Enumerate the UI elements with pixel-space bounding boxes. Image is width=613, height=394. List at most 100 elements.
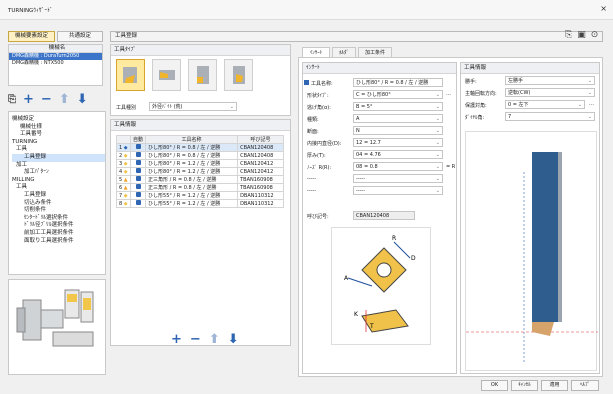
field-value[interactable]: ひし形80° / R = 0.8 / 左 / 逆勝 xyxy=(353,78,443,87)
more-button[interactable]: … xyxy=(446,91,451,97)
tree-node[interactable]: 工具 xyxy=(12,146,105,154)
table-row[interactable]: 1 ◆ ひし形80° / R = 0.8 / 左 / 逆勝 CBAN120408 xyxy=(116,143,284,152)
row-number: 3 ◆ xyxy=(116,159,131,168)
auto-checkbox[interactable] xyxy=(129,199,147,208)
move-up-icon[interactable]: ⬆ xyxy=(209,333,220,346)
holder-panel: 工具情報 勝手: 左勝手 ⌄ 主軸回転方向: 逆転(CW) ⌄ 保護対角: 0 = 左下 ⌄ … ﾀ… xyxy=(460,62,600,374)
tree-node[interactable]: 切削条件 xyxy=(12,207,105,215)
tree-node[interactable]: 工具登録 xyxy=(12,192,105,200)
table-row[interactable]: 8 ◆ ひし形55° / R = 1.2 / 左 / 逆勝 DBAN110312 xyxy=(116,199,284,208)
field-value[interactable]: ----- ⌄ xyxy=(353,186,443,195)
tab-common-settings[interactable]: 共通設定 xyxy=(57,31,103,42)
move-up-icon[interactable]: ⬆ xyxy=(59,93,70,106)
remove-icon[interactable]: − xyxy=(41,93,52,106)
field-value[interactable]: 04 = 4.76 ⌄ xyxy=(353,150,443,159)
field-value[interactable]: 7 ⌄ xyxy=(505,112,595,121)
auto-checkbox[interactable] xyxy=(129,191,147,200)
field-label: 厚み(T): xyxy=(307,153,326,159)
field-label: 主軸回転方向: xyxy=(465,91,497,97)
tab-machine-settings[interactable]: 機械要素設定 xyxy=(8,31,55,42)
tree-node-selected[interactable]: 工具登録 xyxy=(12,153,105,162)
field-value[interactable]: N ⌄ xyxy=(353,126,443,135)
remove-tool-icon[interactable]: − xyxy=(190,333,201,346)
insert-field: ----- ----- ⌄ xyxy=(303,174,458,185)
field-value[interactable]: 0 = 左下 ⌄ xyxy=(505,100,585,109)
field-value[interactable]: C = ひし形80° ⌄ xyxy=(353,90,443,99)
tree-node[interactable]: 前加工工具選択条件 xyxy=(12,230,105,238)
tool-kind-select[interactable]: 外径ﾊﾞｲﾄ (荒) ⌄ xyxy=(149,102,237,111)
chevron-down-icon: ⌄ xyxy=(587,78,592,84)
toolbar-icons[interactable]: ⎘▣⊙ xyxy=(565,30,603,40)
col-header: 自動 xyxy=(129,135,147,144)
field-value[interactable]: 逆転(CW) ⌄ xyxy=(505,88,595,97)
tool-tile-boring[interactable] xyxy=(224,59,253,91)
name-checkbox[interactable] xyxy=(304,80,309,85)
table-row[interactable]: 2 ◆ ひし形80° / R = 0.8 / 左 / 逆勝 CBAN120408 xyxy=(116,151,284,160)
search-icon: ⊙ xyxy=(590,30,604,40)
field-label: 内接円直径(D): xyxy=(307,141,342,147)
auto-checkbox[interactable] xyxy=(129,175,147,184)
tree-node[interactable]: 切込み条件 xyxy=(12,200,105,208)
col-header: 呼び記号 xyxy=(237,135,284,144)
field-value[interactable]: 12 = 12.7 ⌄ xyxy=(353,138,443,147)
insert-panel: ｲﾝｻｰﾄ 工具名称: ひし形80° / R = 0.8 / 左 / 逆勝 形状ﾀｲ… xyxy=(302,62,457,374)
holder-preview xyxy=(465,131,598,371)
tool-tile-grooving[interactable] xyxy=(152,59,181,91)
cancel-button[interactable]: ｷｬﾝｾﾙ xyxy=(511,380,538,391)
chevron-down-icon: ⌄ xyxy=(435,128,440,134)
field-value[interactable]: 08 = 0.8 ⌄ xyxy=(353,162,443,171)
dim-r: R xyxy=(392,235,396,242)
field-label: 形状ﾀｲﾌﾟ: xyxy=(307,93,329,99)
field-value[interactable]: A ⌄ xyxy=(353,114,443,123)
auto-checkbox[interactable] xyxy=(129,167,147,176)
insert-field: 工具名称: ひし形80° / R = 0.8 / 左 / 逆勝 xyxy=(303,78,458,89)
add-icon[interactable]: + xyxy=(23,93,34,106)
tree-node[interactable]: 加工ﾊﾟﾀｰﾝ xyxy=(12,169,105,177)
export-icon: ⎘ xyxy=(565,30,578,40)
table-row[interactable]: 6 ▲ 正三角形 / R = 0.8 / 左 / 逆勝 TBAN160908 xyxy=(116,183,284,192)
help-button[interactable]: ﾍﾙﾌﾟ xyxy=(571,380,599,391)
copy-icon[interactable]: ⎘ xyxy=(8,94,16,106)
machine-item[interactable]: DMG森精機 : DuraTurn2050 xyxy=(9,53,102,60)
tool-tile-outer-rough[interactable] xyxy=(116,59,145,91)
tool-tile-threading[interactable] xyxy=(188,59,217,91)
auto-checkbox[interactable] xyxy=(129,151,147,160)
more-button[interactable]: … xyxy=(589,101,594,107)
apply-button[interactable]: 適用 xyxy=(541,380,568,391)
tree-node[interactable]: 機械設定 xyxy=(12,116,105,124)
tree-node[interactable]: 面取り工具選択条件 xyxy=(12,238,105,246)
auto-checkbox[interactable] xyxy=(129,143,147,152)
auto-checkbox[interactable] xyxy=(129,159,147,168)
row-number: 1 ◆ xyxy=(116,143,131,152)
field-value[interactable]: 左勝手 ⌄ xyxy=(505,76,595,85)
tool-table: 自動 工具名称 呼び記号 1 ◆ ひし形80° / R = 0.8 / 左 / 逆… xyxy=(116,135,284,208)
table-row[interactable]: 4 ◆ ひし形80° / R = 1.2 / 左 / 逆勝 CBAN120412 xyxy=(116,167,284,176)
row-number: 6 ▲ xyxy=(116,183,131,192)
insert-drawing: R D A K T xyxy=(344,235,416,333)
tool-code-cell: TBAN160908 xyxy=(237,183,284,192)
auto-checkbox[interactable] xyxy=(129,183,147,192)
tool-code-cell: CBAN120408 xyxy=(237,151,284,160)
add-tool-icon[interactable]: + xyxy=(171,333,182,346)
tree-node[interactable]: ﾄﾞﾘﾙ径ﾌﾞﾘﾙ選択条件 xyxy=(12,222,105,230)
table-row[interactable]: 5 ▲ 正三角形 / R = 0.8 / 左 / 逆勝 TBAN160908 xyxy=(116,175,284,184)
move-down-icon[interactable]: ⬇ xyxy=(228,333,239,346)
table-row[interactable]: 3 ◆ ひし形80° / R = 1.2 / 左 / 逆勝 CBAN120412 xyxy=(116,159,284,168)
close-icon[interactable]: × xyxy=(600,4,607,13)
table-row[interactable]: 7 ◆ ひし形55° / R = 1.2 / 左 / 逆勝 DBAN110312 xyxy=(116,191,284,200)
field-value[interactable]: ----- ⌄ xyxy=(353,174,443,183)
lathe-illustration xyxy=(16,289,94,347)
tree-node[interactable]: 工具 xyxy=(12,184,105,192)
code-label: 呼び記号: xyxy=(307,214,329,220)
tree-node[interactable]: 工具番号 xyxy=(12,131,105,139)
move-down-icon[interactable]: ⬇ xyxy=(77,93,88,106)
insert-field: 種類: A ⌄ xyxy=(303,114,458,125)
ok-button[interactable]: OK xyxy=(481,380,508,391)
boring-tool-icon xyxy=(232,66,245,84)
field-label: ----- xyxy=(307,176,317,182)
machine-item[interactable]: DMG森精機 : NTX500 xyxy=(9,60,102,67)
tool-type-panel: 工具ﾀｲﾌﾟ 工具種別 外径ﾊﾞｲﾄ (荒) ⌄ xyxy=(110,44,291,116)
dim-t: T xyxy=(369,323,374,330)
col-header: 工具名称 xyxy=(145,135,239,144)
field-value[interactable]: B = 5° ⌄ xyxy=(353,102,443,111)
